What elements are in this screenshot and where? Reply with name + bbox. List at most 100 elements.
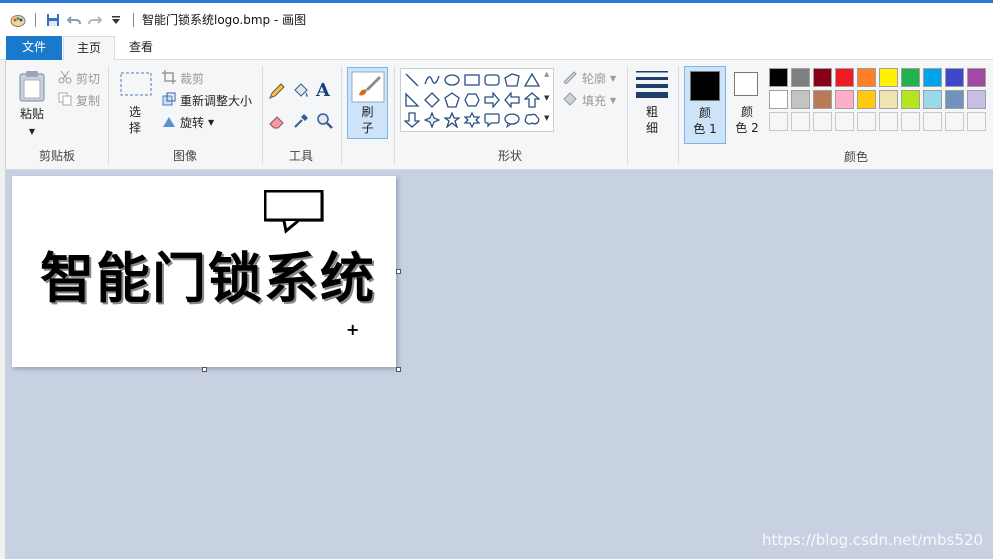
rounded-callout-shape-icon[interactable]: [483, 111, 501, 129]
palette-custom-swatch[interactable]: [813, 112, 832, 131]
pentagon-shape-icon[interactable]: [443, 91, 461, 109]
triangle-shape-icon[interactable]: [523, 71, 541, 89]
drawing-canvas[interactable]: 智能门锁系统 +: [12, 176, 396, 367]
polygon-shape-icon[interactable]: [503, 71, 521, 89]
palette-custom-swatch[interactable]: [835, 112, 854, 131]
crop-label: 裁剪: [180, 71, 205, 86]
six-point-star-shape-icon[interactable]: [463, 111, 481, 129]
four-point-star-shape-icon[interactable]: [423, 111, 441, 129]
rotate-dropdown-caret: ▼: [208, 117, 215, 127]
palette-color-swatch[interactable]: [813, 90, 832, 109]
select-rectangle-icon: [120, 72, 152, 101]
palette-color-swatch[interactable]: [901, 68, 920, 87]
five-point-star-shape-icon[interactable]: [443, 111, 461, 129]
paste-dropdown-caret: ▼: [28, 127, 36, 136]
palette-color-swatch[interactable]: [835, 90, 854, 109]
palette-color-swatch[interactable]: [879, 90, 898, 109]
eraser-icon[interactable]: [268, 112, 286, 133]
rounded-rectangle-shape-icon[interactable]: [483, 71, 501, 89]
customize-quick-access-icon[interactable]: [108, 12, 124, 28]
brushes-button[interactable]: 刷 子: [347, 67, 388, 139]
palette-custom-swatch[interactable]: [857, 112, 876, 131]
fill-bucket-icon[interactable]: [292, 82, 310, 103]
palette-color-swatch[interactable]: [945, 68, 964, 87]
tab-view[interactable]: 查看: [118, 36, 164, 60]
palette-color-swatch[interactable]: [769, 90, 788, 109]
palette-color-swatch[interactable]: [791, 90, 810, 109]
outline-button[interactable]: 轮廓 ▼: [562, 68, 616, 88]
resize-handle-right[interactable]: [396, 269, 401, 274]
resize-handle-corner[interactable]: [396, 367, 401, 372]
shapes-gallery: [400, 68, 554, 132]
palette-color-swatch[interactable]: [923, 68, 942, 87]
shapes-scroll-down[interactable]: ▼: [544, 94, 549, 102]
oval-shape-icon[interactable]: [443, 71, 461, 89]
palette-color-swatch[interactable]: [923, 90, 942, 109]
tab-home[interactable]: 主页: [63, 36, 115, 61]
left-arrow-shape-icon[interactable]: [503, 91, 521, 109]
palette-custom-swatch[interactable]: [791, 112, 810, 131]
palette-custom-swatch[interactable]: [901, 112, 920, 131]
palette-color-swatch[interactable]: [967, 90, 986, 109]
color1-button[interactable]: 颜 色 1: [684, 66, 726, 144]
copy-button[interactable]: 复制: [58, 90, 100, 110]
resize-label: 重新调整大小: [180, 93, 253, 108]
palette-color-swatch[interactable]: [901, 90, 920, 109]
color2-button[interactable]: 颜 色 2: [728, 66, 766, 144]
palette-custom-swatch[interactable]: [945, 112, 964, 131]
color-picker-icon[interactable]: [292, 112, 310, 133]
palette-custom-swatch[interactable]: [923, 112, 942, 131]
redo-icon[interactable]: [87, 12, 103, 28]
undo-icon[interactable]: [66, 12, 82, 28]
palette-color-swatch[interactable]: [857, 90, 876, 109]
oval-callout-shape-icon[interactable]: [503, 111, 521, 129]
rotate-label: 旋转: [180, 115, 205, 130]
size-button[interactable]: 粗 细: [632, 68, 672, 140]
palette-custom-swatch[interactable]: [879, 112, 898, 131]
hexagon-shape-icon[interactable]: [463, 91, 481, 109]
tab-file[interactable]: 文件: [6, 36, 62, 60]
palette-color-swatch[interactable]: [879, 68, 898, 87]
diamond-shape-icon[interactable]: [423, 91, 441, 109]
right-arrow-shape-icon[interactable]: [483, 91, 501, 109]
rectangle-shape-icon[interactable]: [463, 71, 481, 89]
palette-color-swatch[interactable]: [791, 68, 810, 87]
save-icon[interactable]: [45, 12, 61, 28]
cloud-callout-shape-icon[interactable]: [523, 111, 541, 129]
resize-handle-bottom[interactable]: [202, 367, 207, 372]
select-button[interactable]: 选 择: [116, 66, 154, 144]
outline-icon: [562, 70, 578, 87]
fill-button[interactable]: 填充 ▼: [562, 90, 616, 110]
palette-color-swatch[interactable]: [945, 90, 964, 109]
paste-button[interactable]: 粘贴 ▼: [12, 66, 52, 142]
palette-color-swatch[interactable]: [835, 68, 854, 87]
paint-app-icon[interactable]: [10, 12, 26, 28]
palette-color-swatch[interactable]: [967, 68, 986, 87]
magnifier-icon[interactable]: [316, 112, 334, 133]
tools-group: A 工具: [264, 62, 338, 168]
up-arrow-shape-icon[interactable]: [523, 91, 541, 109]
rotate-icon: [162, 114, 176, 131]
palette-color-swatch[interactable]: [769, 68, 788, 87]
color-palette: [769, 68, 993, 134]
line-shape-icon[interactable]: [403, 71, 421, 89]
tools-group-label: 工具: [288, 149, 313, 163]
down-arrow-shape-icon[interactable]: [403, 111, 421, 129]
curve-shape-icon[interactable]: [423, 71, 441, 89]
palette-color-swatch[interactable]: [857, 68, 876, 87]
resize-button[interactable]: 重新调整大小: [162, 90, 252, 110]
text-tool-icon[interactable]: A: [316, 80, 330, 101]
rotate-button[interactable]: 旋转 ▼: [162, 112, 214, 132]
crop-button[interactable]: 裁剪: [162, 68, 204, 88]
pencil-icon[interactable]: [268, 82, 286, 103]
palette-color-swatch[interactable]: [813, 68, 832, 87]
outline-dropdown-caret: ▼: [610, 73, 617, 83]
palette-custom-swatch[interactable]: [967, 112, 986, 131]
palette-custom-swatch[interactable]: [769, 112, 788, 131]
scissors-icon: [58, 70, 72, 87]
cut-button[interactable]: 剪切: [58, 68, 100, 88]
right-triangle-shape-icon[interactable]: [403, 91, 421, 109]
shapes-expand[interactable]: ▼: [544, 114, 549, 122]
shapes-scroll-up[interactable]: ▲: [544, 70, 549, 78]
title-bar: 智能门锁系统logo.bmp - 画图: [0, 0, 993, 36]
